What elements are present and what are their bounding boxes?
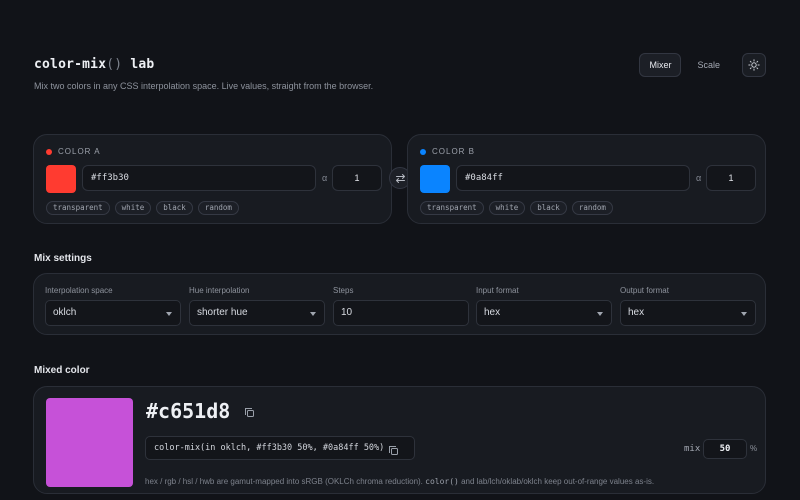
color-a-input[interactable]: #ff3b30 (82, 165, 316, 191)
swap-arrows-icon (395, 173, 405, 183)
css-expression-text: color-mix(in oklch, #ff3b30 50%, #0a84ff… (154, 443, 385, 453)
color-b-alpha-label: α (696, 173, 702, 183)
preset-black-chip[interactable]: black (530, 201, 567, 215)
interpolation-space-select[interactable]: oklch (45, 300, 181, 326)
chevron-down-icon (741, 312, 747, 316)
tab-mixer[interactable]: Mixer (639, 53, 682, 77)
color-a-presets: transparent white black random (46, 201, 239, 215)
mix-percent-input[interactable]: 50 (703, 439, 747, 459)
output-format-field: Output format hex (620, 286, 756, 326)
color-b-input[interactable]: #0a84ff (456, 165, 690, 191)
copy-icon (389, 446, 398, 455)
color-b-panel: COLOR B #0a84ff α 1 transparent white bl… (407, 134, 766, 224)
interpolation-space-value: oklch (53, 307, 77, 318)
top-nav: Mixer Scale (639, 53, 766, 77)
mixed-color-title: Mixed color (34, 365, 90, 376)
theme-toggle-button[interactable] (742, 53, 766, 77)
input-format-label: Input format (476, 286, 519, 295)
color-b-dot (420, 148, 426, 155)
color-a-dot (46, 148, 52, 155)
mix-unit: % (750, 444, 758, 453)
app-title: color-mix() lab (34, 57, 155, 72)
preset-transparent-chip[interactable]: transparent (46, 201, 110, 215)
hue-interpolation-label: Hue interpolation (189, 286, 250, 295)
mixed-hex-value: #c651d8 (146, 399, 231, 423)
chevron-down-icon (166, 312, 172, 316)
input-format-select[interactable]: hex (476, 300, 612, 326)
mix-settings-title: Mix settings (34, 253, 92, 264)
chevron-down-icon (310, 312, 316, 316)
css-expression: color-mix(in oklch, #ff3b30 50%, #0a84ff… (145, 436, 416, 460)
interpolation-space-field: Interpolation space oklch (45, 286, 181, 326)
preset-white-chip[interactable]: white (488, 201, 526, 215)
tab-scale[interactable]: Scale (687, 53, 730, 77)
color-b-presets: transparent white black random (420, 201, 613, 215)
hue-interpolation-value: shorter hue (197, 307, 248, 318)
output-format-label: Output format (620, 286, 669, 295)
color-a-label: COLOR A (46, 147, 101, 156)
mix-settings-panel: Interpolation space oklch Hue interpolat… (33, 273, 766, 335)
steps-label: Steps (333, 286, 354, 295)
gamut-note: hex / rgb / hsl / hwb are gamut-mapped i… (145, 477, 655, 486)
color-a-alpha-input[interactable]: 1 (332, 165, 382, 191)
preset-random-chip[interactable]: random (571, 201, 613, 215)
preset-random-chip[interactable]: random (197, 201, 239, 215)
mix-label: mix (684, 444, 701, 454)
color-b-swatch[interactable] (420, 165, 450, 193)
output-format-select[interactable]: hex (620, 300, 756, 326)
sun-icon (748, 59, 760, 71)
chevron-down-icon (597, 312, 603, 316)
interpolation-space-label: Interpolation space (45, 286, 113, 295)
color-b-alpha-input[interactable]: 1 (706, 165, 756, 191)
input-format-field: Input format hex (476, 286, 612, 326)
steps-input[interactable]: 10 (333, 300, 469, 326)
color-a-panel: COLOR A #ff3b30 α 1 transparent white bl… (33, 134, 392, 224)
copy-icon (245, 408, 254, 417)
steps-field: Steps 10 (333, 286, 469, 326)
input-format-value: hex (484, 307, 501, 318)
hue-interpolation-select[interactable]: shorter hue (189, 300, 325, 326)
hue-interpolation-field: Hue interpolation shorter hue (189, 286, 325, 326)
color-a-alpha-label: α (322, 173, 328, 183)
preset-black-chip[interactable]: black (156, 201, 193, 215)
color-b-label: COLOR B (420, 147, 475, 156)
page-subtitle: Mix two colors in any CSS interpolation … (34, 81, 374, 91)
mixed-color-panel: #c651d8 color-mix(in oklch, #ff3b30 50%,… (33, 386, 766, 494)
preset-white-chip[interactable]: white (114, 201, 152, 215)
color-a-swatch[interactable] (46, 165, 76, 193)
preset-transparent-chip[interactable]: transparent (420, 201, 484, 215)
copy-css-button[interactable] (388, 443, 399, 461)
mixed-color-swatch (46, 398, 133, 487)
output-format-value: hex (628, 307, 645, 318)
copy-hex-button[interactable] (244, 405, 255, 423)
